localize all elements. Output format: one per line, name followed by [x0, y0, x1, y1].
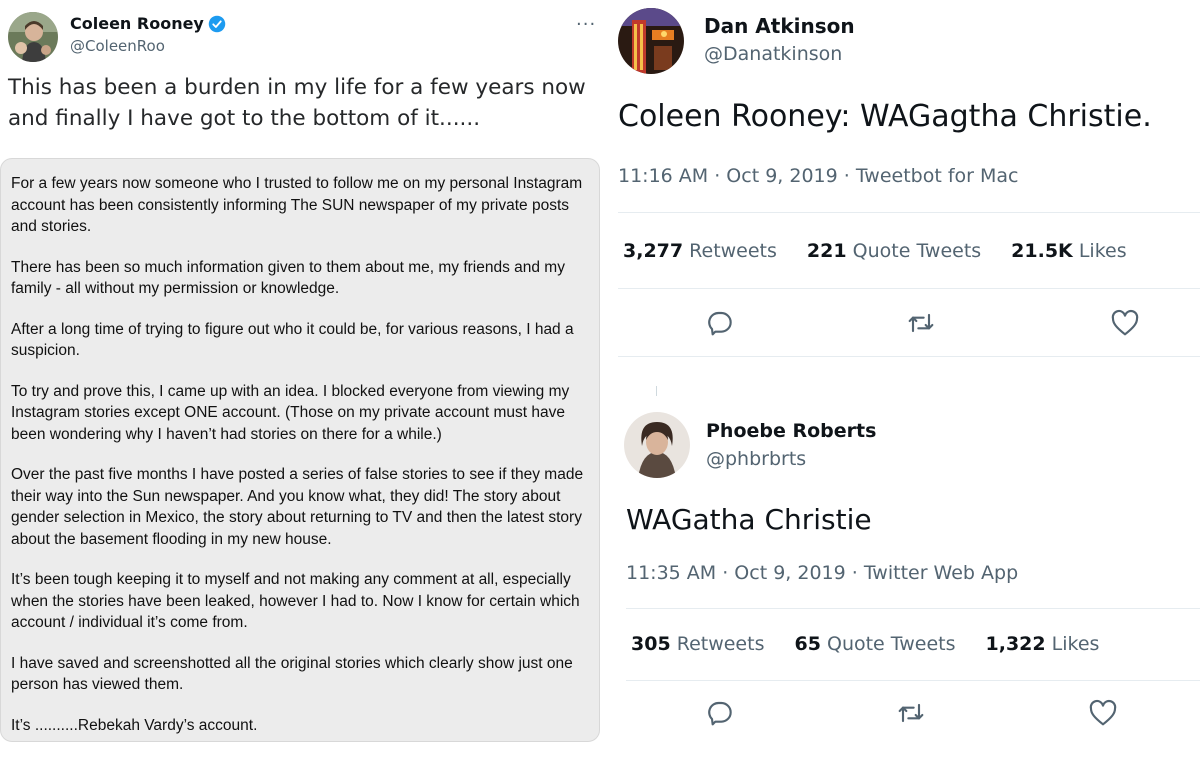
like-count[interactable]: 1,322 Likes [986, 633, 1100, 655]
phoebe-name[interactable]: Phoebe Roberts [706, 420, 876, 442]
divider [618, 356, 1200, 357]
reply-icon[interactable] [704, 697, 736, 729]
statement-paragraph: After a long time of trying to figure ou… [11, 320, 574, 360]
divider [618, 288, 1200, 289]
retweet-count[interactable]: 305 Retweets [631, 633, 764, 655]
dan-handle[interactable]: @Danatkinson [704, 43, 842, 65]
retweet-icon[interactable] [905, 307, 937, 339]
coleen-name[interactable]: Coleen Rooney [70, 14, 226, 33]
statement-paragraph: It’s been tough keeping it to myself and… [11, 571, 580, 631]
coleen-tweet-text: This has been a burden in my life for a … [8, 75, 586, 131]
statement-paragraph: It’s ..........Rebekah Vardy’s account. [11, 716, 258, 734]
coleen-avatar[interactable] [8, 12, 58, 62]
statement-paragraph: Over the past five months I have posted … [11, 466, 584, 548]
dan-tweet-meta[interactable]: 11:16 AM · Oct 9, 2019 · Tweetbot for Ma… [618, 165, 1018, 187]
statement-paragraph: For a few years now someone who I truste… [11, 175, 583, 235]
dan-actions [600, 307, 1200, 347]
coleen-handle[interactable]: @ColeenRoo [70, 37, 165, 55]
quote-count[interactable]: 221 Quote Tweets [807, 240, 981, 262]
like-count[interactable]: 21.5K Likes [1011, 240, 1126, 262]
retweet-count[interactable]: 3,277 Retweets [623, 240, 777, 262]
phoebe-stats: 305 Retweets 65 Quote Tweets 1,322 Likes [631, 633, 1099, 655]
statement-paragraph: I have saved and screenshotted all the o… [11, 654, 573, 694]
reply-icon[interactable] [704, 307, 736, 339]
statement-paragraph: To try and prove this, I came up with an… [11, 382, 570, 443]
divider [626, 608, 1200, 609]
verified-badge-icon [208, 15, 226, 33]
phoebe-handle[interactable]: @phbrbrts [706, 448, 806, 470]
heart-icon[interactable] [1087, 697, 1119, 729]
statement-paragraph: There has been so much information given… [11, 258, 565, 298]
phoebe-tweet-text: WAGatha Christie [626, 503, 872, 536]
dan-stats: 3,277 Retweets 221 Quote Tweets 21.5K Li… [623, 240, 1127, 262]
coleen-name-text[interactable]: Coleen Rooney [70, 14, 204, 33]
coleen-tweet: Coleen Rooney @ColeenRoo ··· This has be… [0, 0, 610, 760]
thread-line [656, 386, 657, 396]
right-column: Dan Atkinson @Danatkinson Coleen Rooney:… [600, 0, 1200, 760]
retweet-icon[interactable] [895, 697, 927, 729]
phoebe-tweet-meta[interactable]: 11:35 AM · Oct 9, 2019 · Twitter Web App [626, 562, 1018, 584]
divider [626, 680, 1200, 681]
statement-image[interactable]: For a few years now someone who I truste… [0, 158, 600, 742]
heart-icon[interactable] [1109, 307, 1141, 339]
divider [618, 212, 1200, 213]
dan-tweet-text: Coleen Rooney: WAGagtha Christie. [618, 99, 1152, 134]
more-dots-icon[interactable]: ··· [576, 14, 596, 35]
dan-name[interactable]: Dan Atkinson [704, 14, 855, 38]
quote-count[interactable]: 65 Quote Tweets [794, 633, 955, 655]
phoebe-actions [600, 697, 1200, 737]
phoebe-avatar[interactable] [624, 412, 690, 478]
dan-avatar[interactable] [618, 8, 684, 74]
